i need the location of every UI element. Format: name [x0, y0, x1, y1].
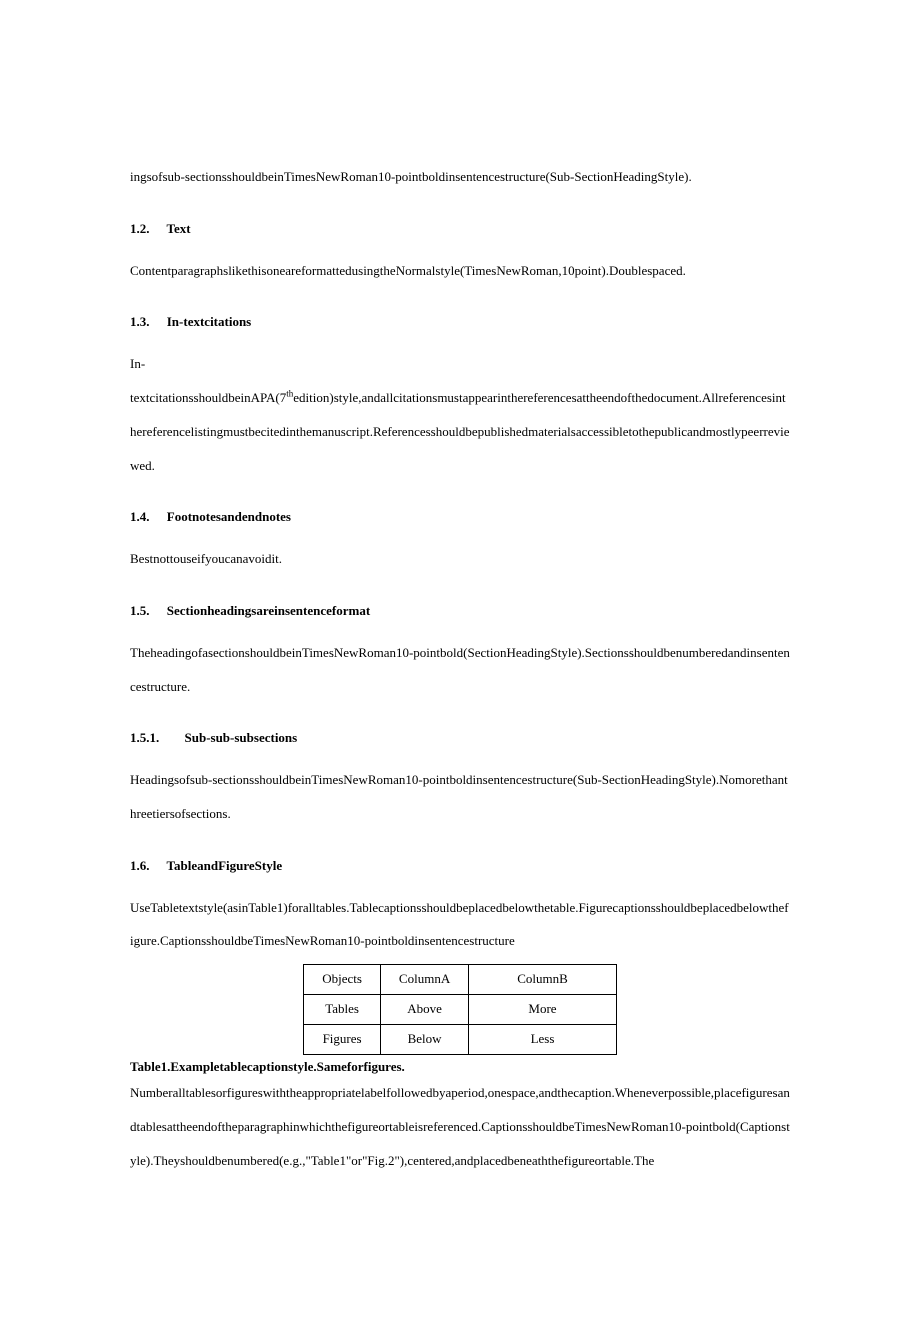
table-cell: ColumnA: [380, 965, 468, 995]
heading-1-5-1: 1.5.1. Sub-sub-subsections: [130, 721, 790, 755]
table-cell: Tables: [304, 994, 381, 1024]
paragraph-footnotes: Bestnottouseifyoucanavoidit.: [130, 542, 790, 576]
paragraph-citations: In- textcitationsshouldbeinAPA(7theditio…: [130, 347, 790, 482]
table-cell: Objects: [304, 965, 381, 995]
heading-title: Text: [167, 221, 191, 236]
paragraph-text: Contentparagraphslikethisoneareformatted…: [130, 254, 790, 288]
heading-title: Footnotesandendnotes: [167, 509, 291, 524]
heading-number: 1.6.: [130, 849, 150, 883]
paragraph-table-figure: UseTabletextstyle(asinTable1)foralltable…: [130, 891, 790, 959]
table-cell: More: [469, 994, 617, 1024]
table-cell: Less: [469, 1024, 617, 1054]
heading-number: 1.4.: [130, 500, 150, 534]
heading-1-6: 1.6. TableandFigureStyle: [130, 849, 790, 883]
paragraph-continuation: ingsofsub-sectionsshouldbeinTimesNewRoma…: [130, 160, 790, 194]
heading-title: Sectionheadingsareinsentenceformat: [167, 603, 370, 618]
table-row: Figures Below Less: [304, 1024, 617, 1054]
table-cell: Below: [380, 1024, 468, 1054]
table-cell: Above: [380, 994, 468, 1024]
table-cell: ColumnB: [469, 965, 617, 995]
heading-number: 1.5.: [130, 594, 150, 628]
heading-1-5: 1.5. Sectionheadingsareinsentenceformat: [130, 594, 790, 628]
table-row: Tables Above More: [304, 994, 617, 1024]
paragraph-after-table: Numberalltablesorfigureswiththeappropria…: [130, 1076, 790, 1177]
heading-title: In-textcitations: [167, 314, 252, 329]
heading-1-3: 1.3. In-textcitations: [130, 305, 790, 339]
heading-title: Sub-sub-subsections: [185, 730, 298, 745]
heading-number: 1.2.: [130, 212, 150, 246]
table-cell: Figures: [304, 1024, 381, 1054]
example-table: Objects ColumnA ColumnB Tables Above Mor…: [303, 964, 617, 1054]
text-fragment: or"Fig.2"),centered,andplacedbeneaththef…: [351, 1153, 654, 1168]
heading-number: 1.3.: [130, 305, 150, 339]
table-row: Objects ColumnA ColumnB: [304, 965, 617, 995]
heading-1-2: 1.2. Text: [130, 212, 790, 246]
heading-1-4: 1.4. Footnotesandendnotes: [130, 500, 790, 534]
heading-number: 1.5.1.: [130, 721, 159, 755]
paragraph-section-headings: TheheadingofasectionshouldbeinTimesNewRo…: [130, 636, 790, 704]
paragraph-subsections: Headingsofsub-sectionsshouldbeinTimesNew…: [130, 763, 790, 831]
heading-title: TableandFigureStyle: [167, 858, 283, 873]
document-page: ingsofsub-sectionsshouldbeinTimesNewRoma…: [0, 0, 920, 1337]
table-caption: Table1.Exampletablecaptionstyle.Sameforf…: [130, 1057, 790, 1077]
text-fragment: textcitationsshouldbeinAPA(7: [130, 390, 286, 405]
text-fragment: In-: [130, 356, 145, 371]
text-fragment: Table1: [311, 1153, 346, 1168]
